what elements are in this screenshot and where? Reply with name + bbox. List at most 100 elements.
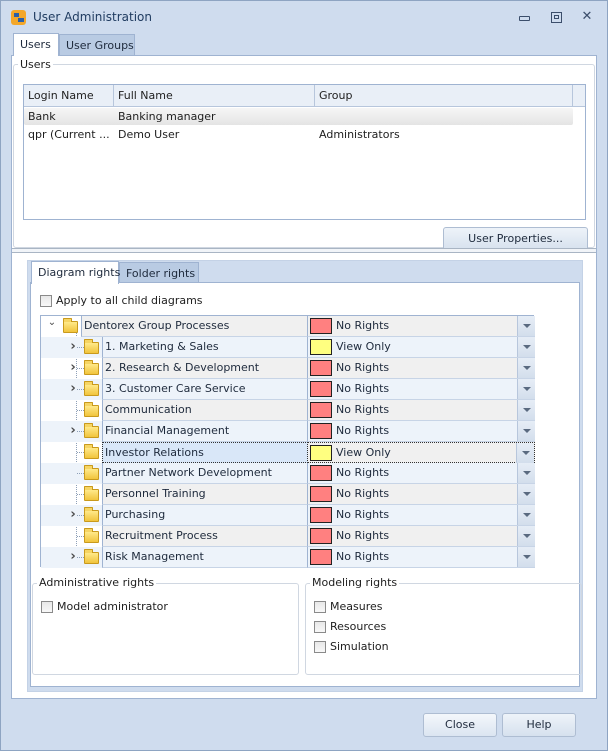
tree-row[interactable]: › 1. Marketing & Sales View Only: [41, 337, 535, 358]
measures-label: Measures: [330, 600, 383, 613]
user-row[interactable]: Bank Banking manager: [24, 108, 573, 125]
tree-row[interactable]: ⌄ Dentorex Group Processes No Rights: [41, 316, 535, 337]
tree-connector-line: [77, 389, 84, 390]
dropdown-arrow-icon[interactable]: [517, 421, 535, 441]
chevron-right-icon[interactable]: ›: [68, 382, 78, 396]
maximize-button[interactable]: [546, 9, 566, 25]
administrative-rights-groupbox: Administrative rights Model administrato…: [32, 576, 299, 675]
close-window-button[interactable]: ✕: [577, 9, 597, 25]
tree-row[interactable]: › 3. Customer Care Service No Rights: [41, 379, 535, 400]
minimize-button[interactable]: [514, 9, 534, 25]
users-tab-panel: Users Login Name Full Name Group Bank Ba…: [11, 55, 597, 699]
tab-diagram-rights[interactable]: Diagram rights: [31, 261, 120, 284]
tree-row[interactable]: › Risk Management No Rights: [41, 547, 535, 568]
dropdown-arrow-icon[interactable]: [517, 337, 535, 357]
dropdown-arrow-icon[interactable]: [517, 316, 535, 336]
dropdown-arrow-icon[interactable]: [517, 526, 535, 546]
dropdown-arrow-icon[interactable]: [517, 505, 535, 525]
rights-dropdown[interactable]: No Rights: [308, 547, 535, 568]
column-header-full-name[interactable]: Full Name: [114, 85, 315, 107]
folder-icon: [84, 381, 99, 396]
dropdown-arrow-icon[interactable]: [516, 443, 534, 463]
dropdown-arrow-icon[interactable]: [517, 547, 535, 567]
tab-user-groups[interactable]: User Groups: [59, 34, 135, 55]
diagram-name: Partner Network Development: [102, 463, 308, 484]
help-button[interactable]: Help: [502, 713, 576, 737]
folder-icon: [84, 528, 99, 543]
tab-folder-rights[interactable]: Folder rights: [119, 262, 199, 283]
rights-area: Diagram rights Folder rights Apply to al…: [27, 260, 583, 692]
rights-color-swatch: [310, 318, 332, 334]
apply-to-children-checkbox[interactable]: [40, 295, 52, 307]
dropdown-arrow-icon[interactable]: [517, 484, 535, 504]
apply-to-children-label: Apply to all child diagrams: [56, 294, 203, 307]
rights-dropdown[interactable]: View Only: [308, 442, 535, 463]
chevron-right-icon[interactable]: ›: [68, 424, 78, 438]
chevron-right-icon[interactable]: ›: [68, 340, 78, 354]
simulation-label: Simulation: [330, 640, 389, 653]
rights-color-swatch: [310, 402, 332, 418]
dropdown-arrow-icon[interactable]: [517, 379, 535, 399]
tree-row[interactable]: › Financial Management No Rights: [41, 421, 535, 442]
rights-color-swatch: [310, 549, 332, 565]
rights-color-swatch: [310, 465, 332, 481]
rights-value: No Rights: [336, 529, 390, 542]
diagram-name: Communication: [102, 400, 308, 421]
rights-dropdown[interactable]: No Rights: [308, 526, 535, 547]
rights-color-swatch: [310, 445, 332, 461]
diagram-name: Personnel Training: [102, 484, 308, 505]
tree-row[interactable]: › Purchasing No Rights: [41, 505, 535, 526]
rights-dropdown[interactable]: No Rights: [308, 316, 535, 337]
folder-icon: [84, 360, 99, 375]
tree-row[interactable]: › 2. Research & Development No Rights: [41, 358, 535, 379]
diagram-name: 1. Marketing & Sales: [102, 337, 308, 358]
user-row[interactable]: qpr (Current ... Demo User Administrator…: [24, 126, 573, 143]
rights-color-swatch: [310, 339, 332, 355]
close-button[interactable]: Close: [423, 713, 497, 737]
rights-dropdown[interactable]: No Rights: [308, 505, 535, 526]
rights-color-swatch: [310, 381, 332, 397]
folder-icon: [84, 465, 99, 480]
rights-dropdown[interactable]: No Rights: [308, 379, 535, 400]
diagram-rights-tree: ⌄ Dentorex Group Processes No Rights › 1. Ma…: [40, 315, 535, 568]
diagram-name: Financial Management: [102, 421, 308, 442]
folder-icon: [84, 402, 99, 417]
folder-icon: [84, 423, 99, 438]
tree-row[interactable]: Investor Relations View Only: [41, 442, 535, 463]
resources-checkbox[interactable]: [314, 621, 326, 633]
column-header-group[interactable]: Group: [315, 85, 573, 107]
rights-color-swatch: [310, 423, 332, 439]
tree-row[interactable]: Partner Network Development No Rights: [41, 463, 535, 484]
tree-row[interactable]: Communication No Rights: [41, 400, 535, 421]
model-administrator-checkbox[interactable]: [41, 601, 53, 613]
dropdown-arrow-icon[interactable]: [517, 358, 535, 378]
diagram-rights-panel: Apply to all child diagrams ⌄ Dentorex Gr…: [30, 282, 582, 687]
user-group: Administrators: [319, 128, 400, 141]
diagram-name: 2. Research & Development: [102, 358, 308, 379]
rights-dropdown[interactable]: No Rights: [308, 421, 535, 442]
chevron-down-icon[interactable]: ⌄: [47, 316, 57, 330]
rights-value: No Rights: [336, 550, 390, 563]
tree-row[interactable]: Recruitment Process No Rights: [41, 526, 535, 547]
rights-dropdown[interactable]: No Rights: [308, 484, 535, 505]
splitter[interactable]: [12, 248, 596, 253]
rights-dropdown[interactable]: No Rights: [308, 463, 535, 484]
rights-dropdown[interactable]: View Only: [308, 337, 535, 358]
simulation-checkbox[interactable]: [314, 641, 326, 653]
tree-row[interactable]: Personnel Training No Rights: [41, 484, 535, 505]
folder-icon: [84, 507, 99, 522]
resources-label: Resources: [330, 620, 387, 633]
measures-checkbox[interactable]: [314, 601, 326, 613]
tab-users[interactable]: Users: [13, 33, 59, 56]
rights-dropdown[interactable]: No Rights: [308, 400, 535, 421]
chevron-right-icon[interactable]: ›: [68, 508, 78, 522]
column-header-login-name[interactable]: Login Name: [24, 85, 114, 107]
dropdown-arrow-icon[interactable]: [517, 400, 535, 420]
rights-dropdown[interactable]: No Rights: [308, 358, 535, 379]
chevron-right-icon[interactable]: ›: [68, 361, 78, 375]
folder-icon: [84, 444, 99, 459]
user-administration-window: User Administration ✕ Users User Groups …: [0, 0, 608, 751]
tree-connector-line: [77, 557, 84, 558]
dropdown-arrow-icon[interactable]: [517, 463, 535, 483]
chevron-right-icon[interactable]: ›: [68, 550, 78, 564]
